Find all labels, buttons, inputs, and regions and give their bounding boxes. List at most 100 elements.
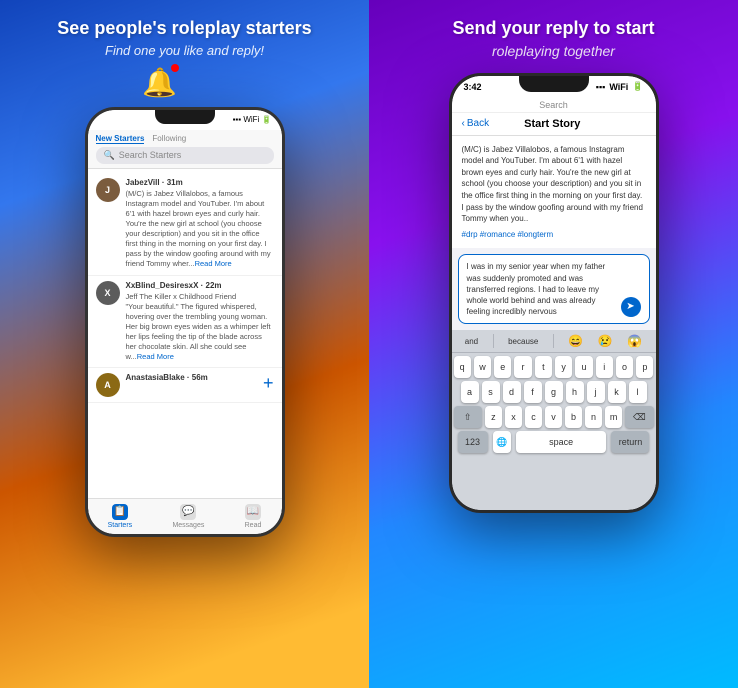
feed-item-1[interactable]: J JabezVill · 31m (M/C) is Jabez Villalo… [88, 173, 282, 276]
right-subtitle: roleplaying together [452, 43, 654, 59]
reply-box[interactable]: I was in my senior year when my father w… [458, 254, 650, 324]
story-text: (M/C) is Jabez Villalobos, a famous Inst… [462, 144, 646, 225]
left-header: See people's roleplay starters Find one … [37, 0, 331, 64]
key-j[interactable]: j [587, 381, 605, 403]
send-button[interactable]: ➤ [621, 297, 641, 317]
key-space[interactable]: space [516, 431, 606, 453]
add-story-icon[interactable]: + [263, 373, 274, 397]
search-label-right: Search [539, 100, 568, 110]
read-more-1[interactable]: Read More [195, 259, 232, 268]
search-bar-left[interactable]: 🔍 Search Starters [96, 147, 274, 164]
key-d[interactable]: d [503, 381, 521, 403]
nav-tabs: New Starters Following [96, 134, 274, 144]
key-row-2: a s d f g h j k l [454, 381, 654, 403]
battery-icon: 🔋 [632, 81, 643, 92]
feed-username-3: AnastasiaBlake · 56m [126, 373, 257, 382]
feed-username-2: XxBlind_DesiresxX · 22m [126, 281, 274, 290]
phone-notch-left [155, 110, 215, 124]
bottom-nav: 📋 Starters 💬 Messages 📖 Read [88, 498, 282, 534]
search-bar-top[interactable]: Search [452, 98, 656, 113]
right-header: Send your reply to start roleplaying tog… [432, 0, 674, 65]
key-x[interactable]: x [505, 406, 522, 428]
keyboard-suggestions: and because 😄 😢 😱 [452, 330, 656, 353]
phone-right-mockup: 3:42 ▪▪▪ WiFi 🔋 Search ‹ Back Start Stor… [449, 73, 659, 513]
key-t[interactable]: t [535, 356, 552, 378]
key-w[interactable]: w [474, 356, 491, 378]
key-m[interactable]: m [605, 406, 622, 428]
key-s[interactable]: s [482, 381, 500, 403]
key-n[interactable]: n [585, 406, 602, 428]
key-r[interactable]: r [514, 356, 531, 378]
bottom-nav-read[interactable]: 📖 Read [245, 504, 262, 529]
starters-icon: 📋 [112, 504, 128, 520]
phone-feed: J JabezVill · 31m (M/C) is Jabez Villalo… [88, 169, 282, 498]
bottom-nav-messages[interactable]: 💬 Messages [172, 504, 204, 529]
suggestion-emoji-1[interactable]: 😄 [568, 334, 583, 348]
key-u[interactable]: u [575, 356, 592, 378]
tab-new-starters[interactable]: New Starters [96, 134, 145, 144]
back-button[interactable]: ‹ Back [462, 118, 490, 129]
suggestion-divider-1 [493, 334, 494, 348]
feed-text-1: (M/C) is Jabez Villalobos, a famous Inst… [126, 189, 274, 270]
key-k[interactable]: k [608, 381, 626, 403]
key-v[interactable]: v [545, 406, 562, 428]
key-return[interactable]: return [611, 431, 649, 453]
key-row-4: 123 🌐 space return [454, 431, 654, 453]
feed-username-1: JabezVill · 31m [126, 178, 274, 187]
read-label: Read [245, 522, 262, 529]
feed-content-3: AnastasiaBlake · 56m [126, 373, 257, 397]
phone-left-mockup: ▪▪▪ WiFi 🔋 New Starters Following 🔍 Sear… [85, 107, 285, 537]
wifi-icon: WiFi [609, 82, 628, 92]
key-h[interactable]: h [566, 381, 584, 403]
keyboard-area: and because 😄 😢 😱 q w e r t y [452, 330, 656, 509]
read-icon: 📖 [245, 504, 261, 520]
key-shift[interactable]: ⇧ [454, 406, 482, 428]
avatar-2: X [96, 281, 120, 305]
key-delete[interactable]: ⌫ [625, 406, 653, 428]
tab-following[interactable]: Following [152, 134, 186, 144]
key-g[interactable]: g [545, 381, 563, 403]
left-subtitle: Find one you like and reply! [57, 43, 311, 58]
bottom-nav-starters[interactable]: 📋 Starters [108, 504, 133, 529]
suggestion-emoji-2[interactable]: 😢 [598, 334, 613, 348]
suggestion-and[interactable]: and [465, 337, 478, 346]
key-p[interactable]: p [636, 356, 653, 378]
key-a[interactable]: a [461, 381, 479, 403]
key-e[interactable]: e [494, 356, 511, 378]
key-z[interactable]: z [485, 406, 502, 428]
key-f[interactable]: f [524, 381, 542, 403]
key-b[interactable]: b [565, 406, 582, 428]
feed-item-2[interactable]: X XxBlind_DesiresxX · 22m Jeff The Kille… [88, 276, 282, 369]
avatar-1: J [96, 178, 120, 202]
suggestion-because[interactable]: because [508, 337, 538, 346]
phone-right-inner: 3:42 ▪▪▪ WiFi 🔋 Search ‹ Back Start Stor… [452, 76, 656, 510]
chevron-left-icon: ‹ [462, 118, 465, 129]
key-row-3: ⇧ z x c v b n m ⌫ [454, 406, 654, 428]
back-label: Back [467, 118, 489, 129]
notification-bell[interactable]: 🔔 [142, 66, 177, 99]
phone-notch-right [519, 76, 589, 92]
key-globe[interactable]: 🌐 [493, 431, 511, 453]
key-y[interactable]: y [555, 356, 572, 378]
key-123[interactable]: 123 [458, 431, 488, 453]
left-title: See people's roleplay starters [57, 18, 311, 40]
nav-title-right: Start Story [495, 118, 609, 130]
key-i[interactable]: i [596, 356, 613, 378]
story-tags: #drp #romance #longterm [462, 229, 646, 241]
reply-text[interactable]: I was in my senior year when my father w… [467, 261, 617, 317]
feed-text-2: Jeff The Killer x Childhood Friend "Your… [126, 292, 274, 363]
messages-label: Messages [172, 522, 204, 529]
key-row-1: q w e r t y u i o p [454, 356, 654, 378]
phone-nav-left: New Starters Following 🔍 Search Starters [88, 130, 282, 169]
status-icons-right: ▪▪▪ WiFi 🔋 [596, 81, 644, 92]
search-placeholder-left: Search Starters [119, 150, 182, 160]
key-o[interactable]: o [616, 356, 633, 378]
feed-item-3[interactable]: A AnastasiaBlake · 56m + [88, 368, 282, 403]
send-icon: ➤ [626, 300, 634, 314]
key-q[interactable]: q [454, 356, 471, 378]
avatar-3: A [96, 373, 120, 397]
suggestion-emoji-3[interactable]: 😱 [627, 334, 642, 348]
read-more-2[interactable]: Read More [137, 352, 174, 361]
key-c[interactable]: c [525, 406, 542, 428]
key-l[interactable]: l [629, 381, 647, 403]
